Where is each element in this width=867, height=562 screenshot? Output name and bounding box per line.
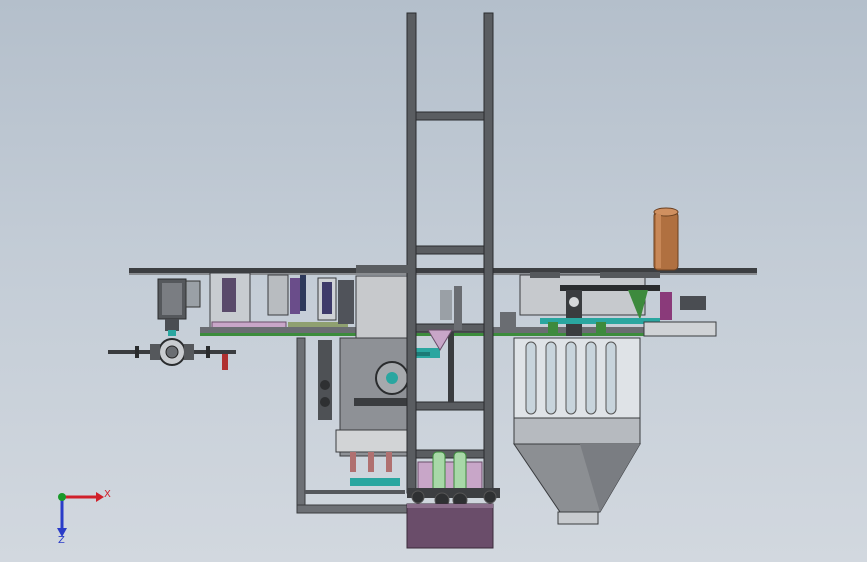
right-transfer-mechanism (500, 274, 717, 337)
x-axis-label: X (104, 489, 111, 500)
y-axis-dot (58, 493, 66, 501)
collection-hopper (513, 337, 641, 525)
z-axis-label: Z (58, 535, 65, 546)
left-gripper-modules (209, 272, 354, 333)
coordinate-triad: X Z (57, 489, 111, 546)
vertical-ladder-frame (406, 12, 494, 494)
bronze-cylinder-tank (653, 207, 679, 271)
machine-assembly-drawing: X Z (57, 12, 757, 549)
cad-viewport[interactable]: X Z (0, 0, 867, 562)
